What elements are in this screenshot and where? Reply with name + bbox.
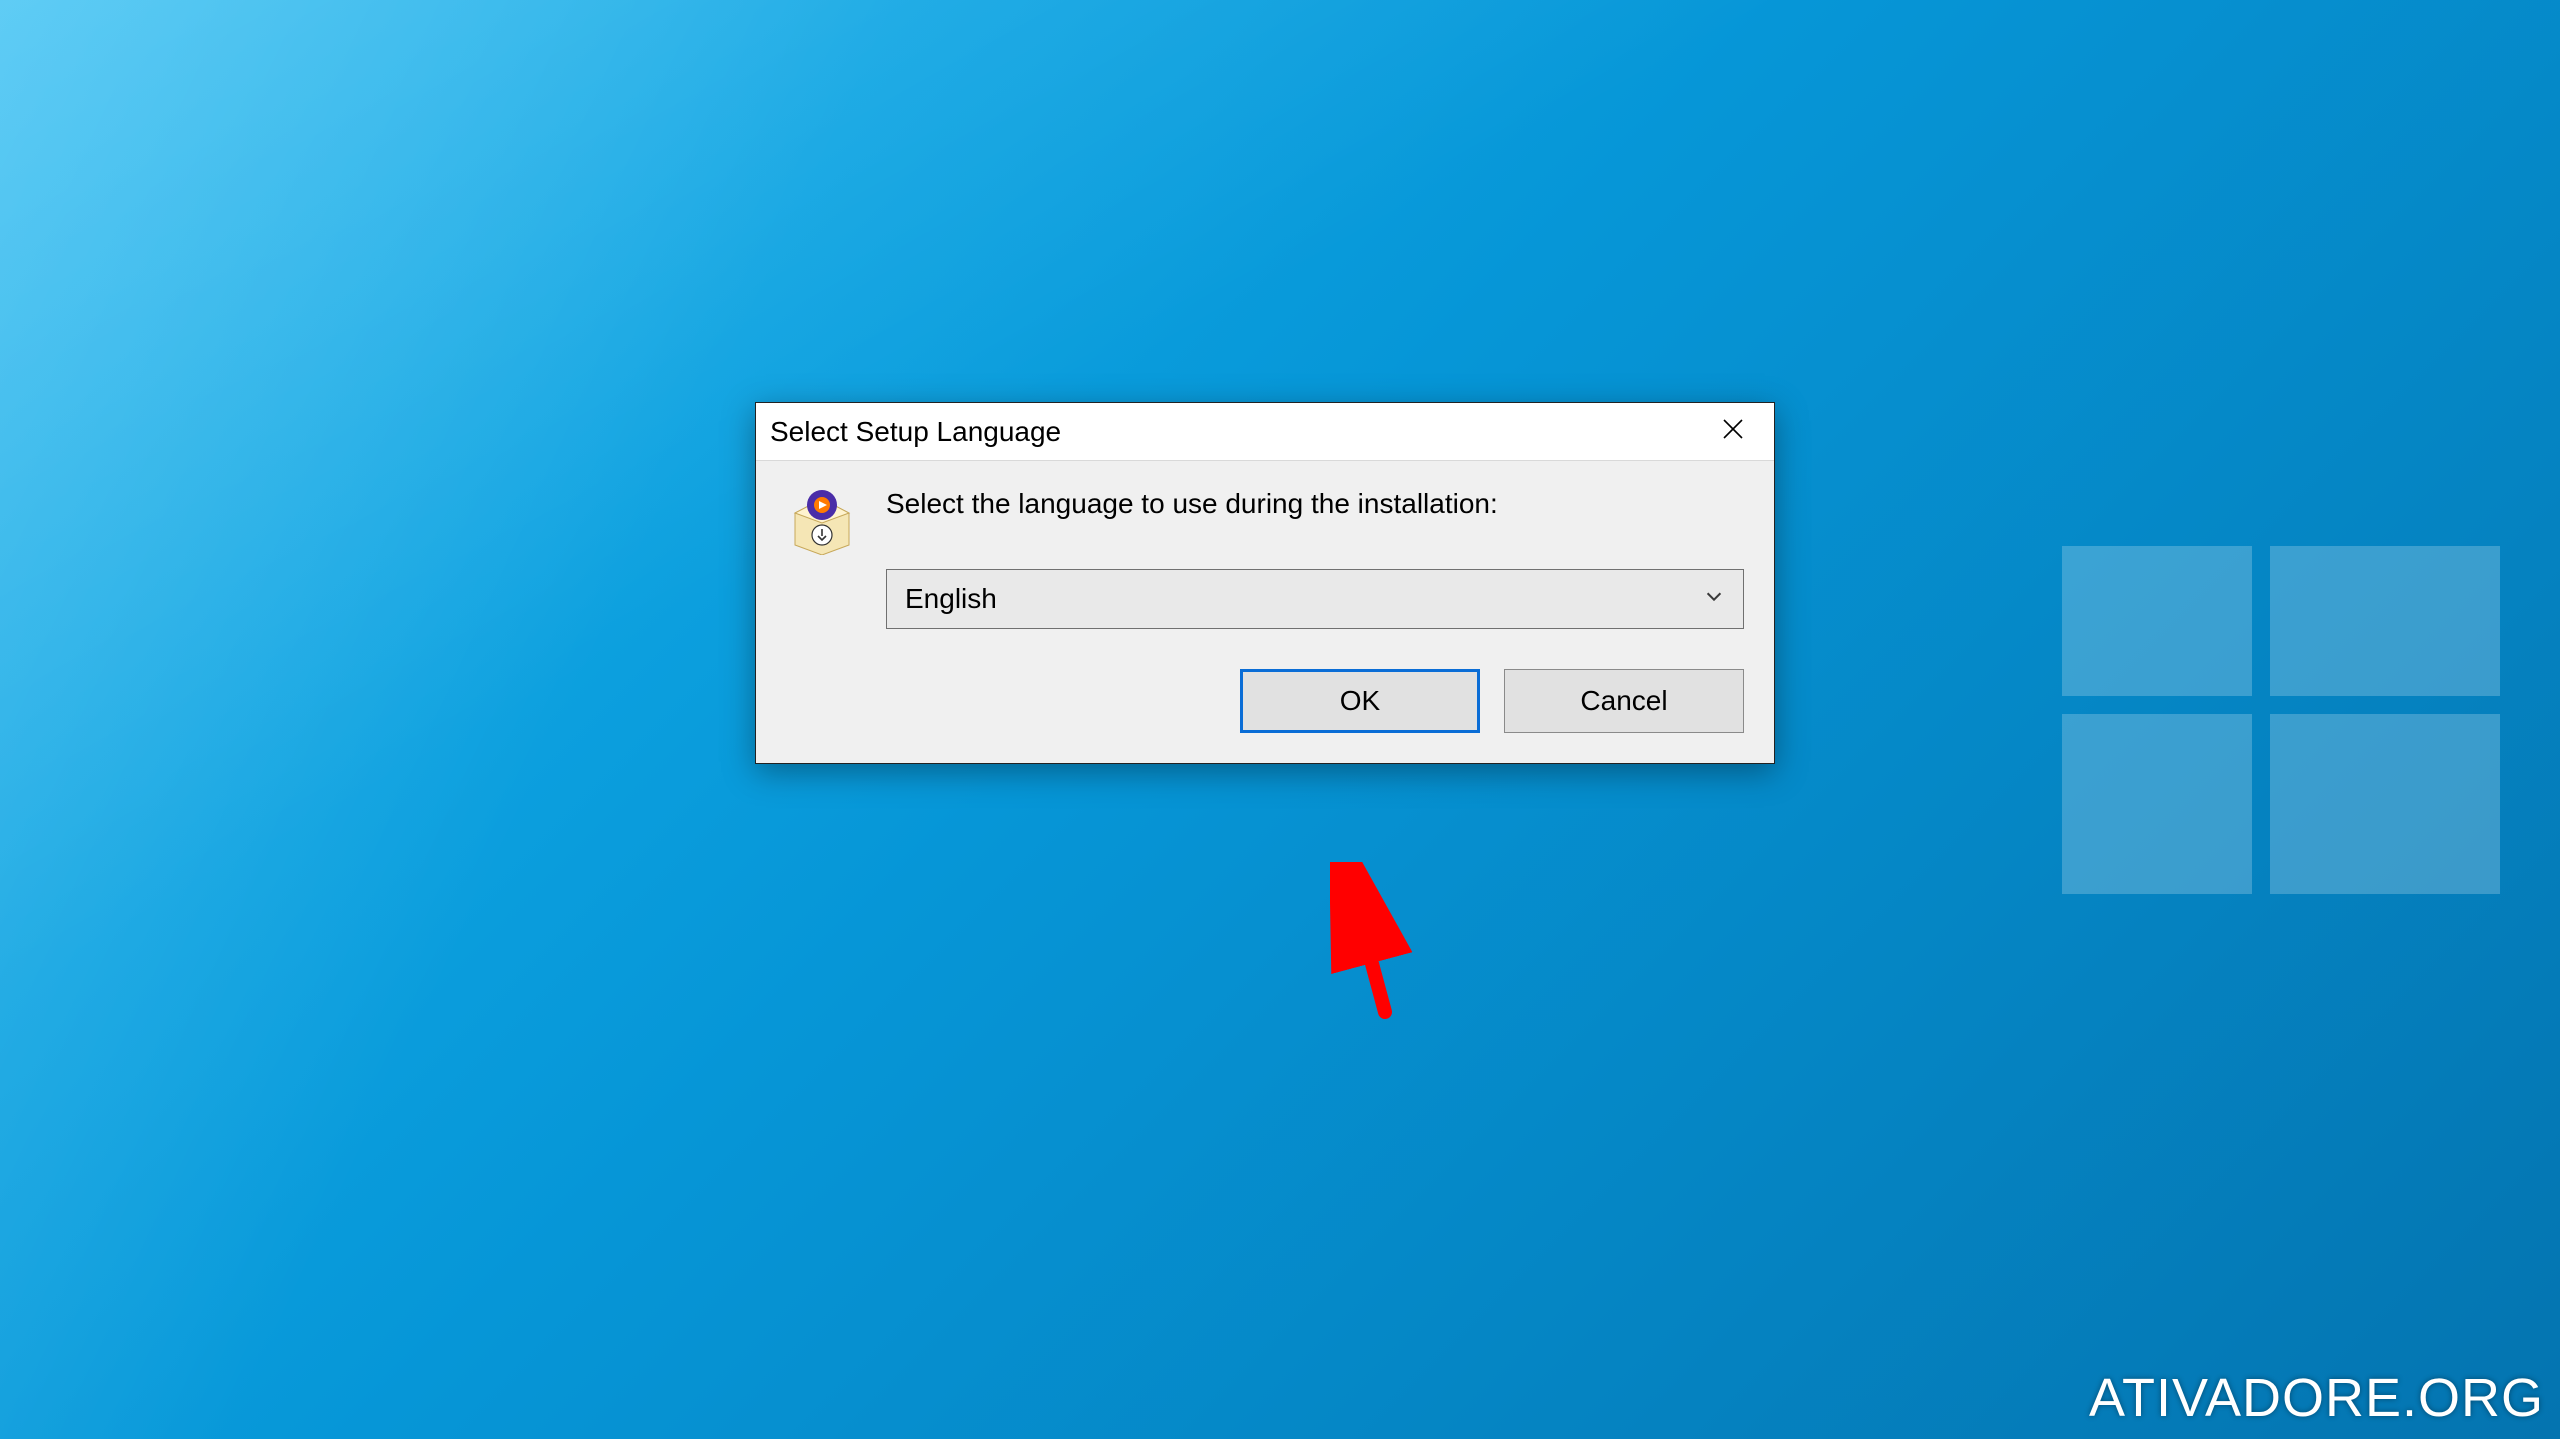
cancel-button[interactable]: Cancel xyxy=(1504,669,1744,733)
ok-button[interactable]: OK xyxy=(1240,669,1480,733)
setup-language-dialog: Select Setup Language xyxy=(755,402,1775,764)
language-dropdown[interactable]: English xyxy=(886,569,1744,629)
language-selected-value: English xyxy=(905,583,1703,615)
instruction-text: Select the language to use during the in… xyxy=(886,485,1744,523)
watermark-text: ATIVADORE.ORG xyxy=(2089,1367,2544,1429)
dialog-titlebar: Select Setup Language xyxy=(756,403,1774,461)
dialog-title: Select Setup Language xyxy=(756,416,1692,448)
close-button[interactable] xyxy=(1692,403,1774,460)
dialog-button-row: OK Cancel xyxy=(756,639,1774,763)
close-icon xyxy=(1721,417,1745,446)
windows-logo-icon xyxy=(2062,546,2500,894)
installer-box-icon xyxy=(787,485,857,555)
chevron-down-icon xyxy=(1703,585,1725,612)
